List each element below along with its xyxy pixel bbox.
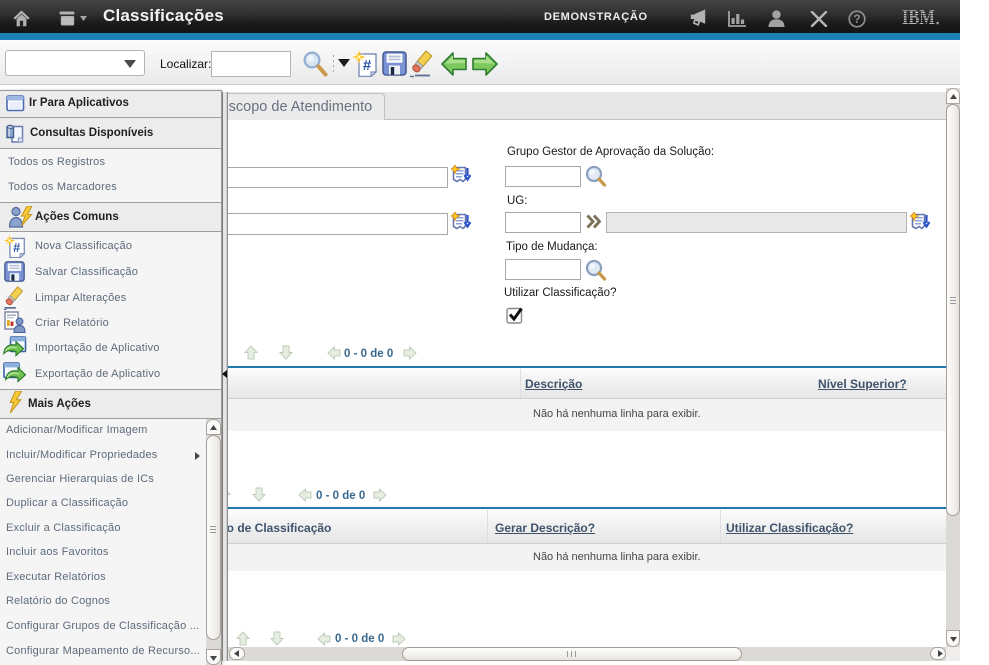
svg-text:#: # [13, 241, 20, 255]
svg-text:IBM: IBM [902, 7, 935, 28]
svg-text:?: ? [853, 14, 860, 26]
svg-text:#: # [363, 57, 372, 74]
